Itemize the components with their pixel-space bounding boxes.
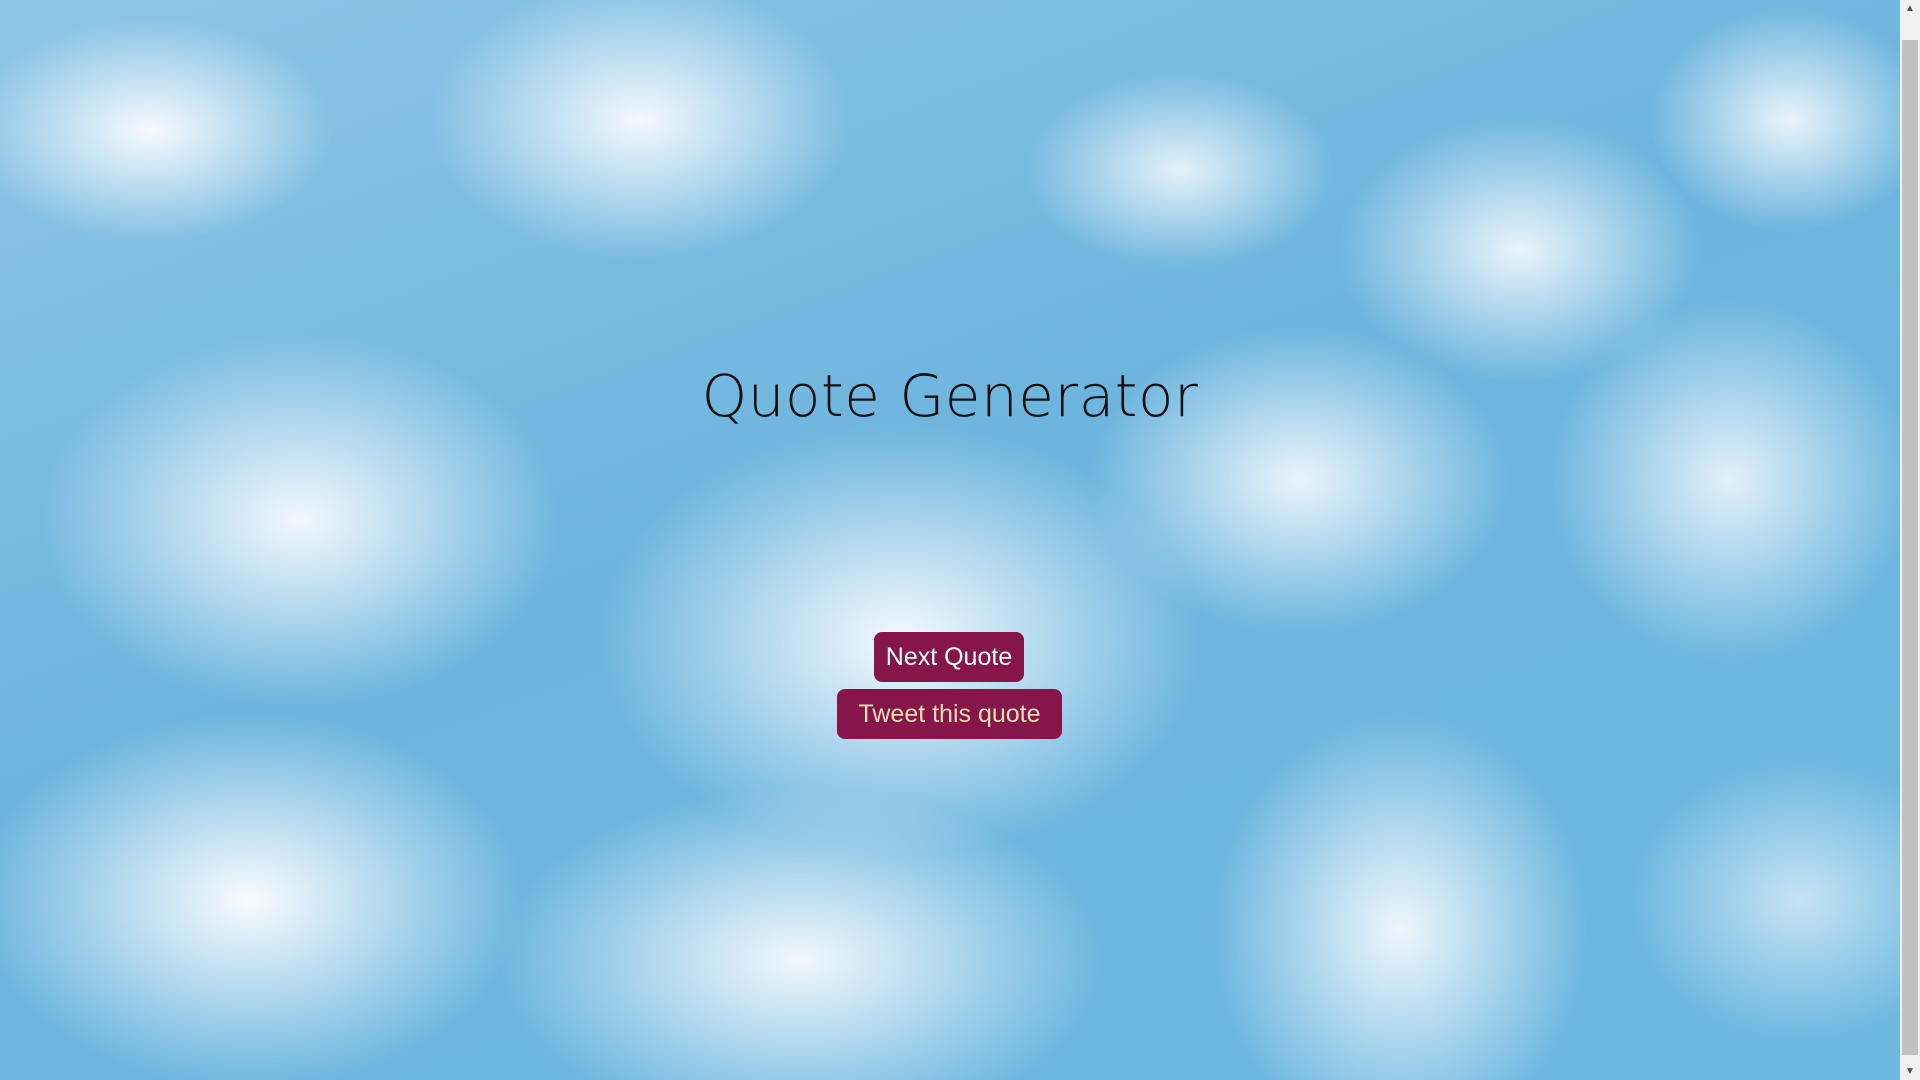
next-quote-button[interactable]: Next Quote [874, 632, 1024, 682]
scroll-up-icon[interactable]: ▲ [1900, 0, 1920, 17]
sky-background [0, 0, 1900, 1080]
tweet-quote-button[interactable]: Tweet this quote [837, 689, 1062, 739]
scrollbar-thumb[interactable] [1902, 40, 1918, 1055]
scroll-down-icon[interactable]: ▼ [1900, 1063, 1920, 1080]
vertical-scrollbar[interactable]: ▲ ▼ [1900, 0, 1920, 1080]
page-title: Quote Generator [701, 362, 1199, 430]
